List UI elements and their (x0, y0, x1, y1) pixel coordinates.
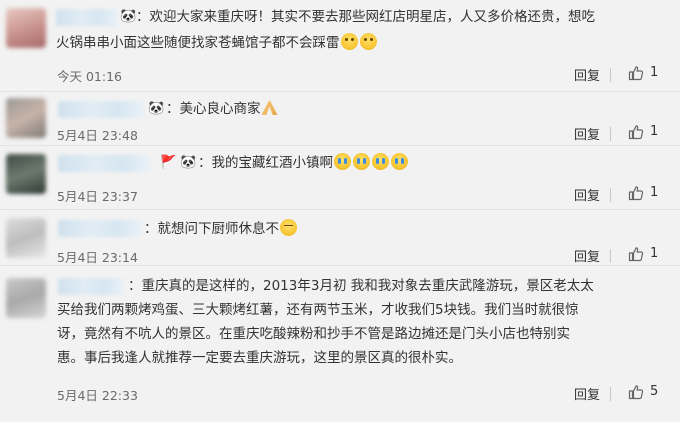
grin-emoji (340, 33, 358, 50)
comment-text: 火锅串串小面这些随便找家苍蝇馆子都不会踩雷 (56, 33, 378, 53)
thumbs-up-icon[interactable] (628, 65, 644, 81)
divider (610, 387, 611, 401)
like-count: 5 (650, 384, 659, 399)
cry-emoji (353, 153, 370, 170)
comment-text: ：我的宝藏红酒小镇啊 (198, 153, 409, 173)
username[interactable] (58, 278, 124, 295)
comment-item: 🐼 ：美心良心商家 5月4日 23:48 回复 1 (0, 92, 680, 146)
comment-text: ：美心良心商家 (166, 99, 278, 119)
reply-button[interactable]: 回复 (574, 65, 600, 84)
sleep-emoji (280, 219, 297, 236)
panda-icon: 🐼 (180, 155, 197, 170)
timestamp: 5月4日 23:48 (57, 128, 138, 143)
timestamp: 5月4日 23:14 (57, 250, 138, 265)
thumbs-up-icon[interactable] (628, 185, 644, 201)
thumbs-up-icon[interactable] (628, 246, 644, 262)
grin-emoji (359, 33, 377, 50)
avatar[interactable] (6, 8, 46, 48)
username[interactable] (56, 9, 118, 26)
like-count: 1 (650, 185, 659, 200)
comment-text: ：重庆真的是这样的，2013年3月初 我和我对象去重庆武隆游玩，景区老太太 (128, 278, 594, 294)
comment-item: 🚩 🐼 ：我的宝藏红酒小镇啊 5月4日 23:37 回复 1 (0, 146, 680, 210)
divider (610, 188, 611, 202)
comment-text: 讶，竟然有不吭人的景区。在重庆吃酸辣粉和抄手不管是路边摊还是门头小店也特别实 (57, 326, 570, 342)
thumbs-up-icon[interactable] (628, 124, 644, 140)
reply-button[interactable]: 回复 (574, 185, 600, 204)
avatar[interactable] (6, 218, 46, 258)
reply-button[interactable]: 回复 (574, 124, 600, 143)
thumbs-up-icon[interactable] (628, 384, 644, 400)
comment-item: ：就想问下厨师休息不 5月4日 23:14 回复 1 (0, 210, 680, 266)
username[interactable] (58, 155, 150, 172)
like-count: 1 (650, 65, 659, 80)
comment-text: 惠。事后我逢人就推荐一定要去重庆游玩，这里的景区真的很朴实。 (57, 350, 462, 366)
username[interactable] (58, 101, 144, 118)
username[interactable] (58, 220, 142, 237)
avatar[interactable] (6, 278, 46, 318)
pray-emoji (261, 101, 278, 115)
comment-text: ：欢迎大家来重庆呀！其实不要去那些网红店明星店，人又多价格还贵，想吃 (136, 9, 595, 25)
cry-emoji (372, 153, 389, 170)
timestamp: 今天 01:16 (57, 69, 122, 84)
cry-emoji (391, 153, 408, 170)
reply-button[interactable]: 回复 (574, 246, 600, 265)
panda-icon: 🐼 (120, 9, 137, 24)
comment-item: 🐼 ：欢迎大家来重庆呀！其实不要去那些网红店明星店，人又多价格还贵，想吃 火锅串… (0, 0, 680, 92)
badge-icon: 🚩 (160, 155, 177, 170)
like-count: 1 (650, 246, 659, 261)
cry-emoji (334, 153, 351, 170)
divider (610, 249, 611, 263)
divider (610, 68, 611, 82)
timestamp: 5月4日 23:37 (57, 189, 138, 204)
comment-text: ：就想问下厨师休息不 (144, 219, 298, 239)
reply-button[interactable]: 回复 (574, 384, 600, 403)
divider (610, 127, 611, 141)
comment-item: ：重庆真的是这样的，2013年3月初 我和我对象去重庆武隆游玩，景区老太太 买给… (0, 266, 680, 422)
comment-text: 买给我们两颗烤鸡蛋、三大颗烤红薯，还有两节玉米，才收我们5块钱。我们当时就很惊 (57, 302, 579, 318)
panda-icon: 🐼 (148, 101, 165, 116)
like-count: 1 (650, 124, 659, 139)
comment-feed: 🐼 ：欢迎大家来重庆呀！其实不要去那些网红店明星店，人又多价格还贵，想吃 火锅串… (0, 0, 680, 422)
avatar[interactable] (6, 98, 46, 138)
avatar[interactable] (6, 154, 46, 194)
timestamp: 5月4日 22:33 (57, 388, 138, 403)
